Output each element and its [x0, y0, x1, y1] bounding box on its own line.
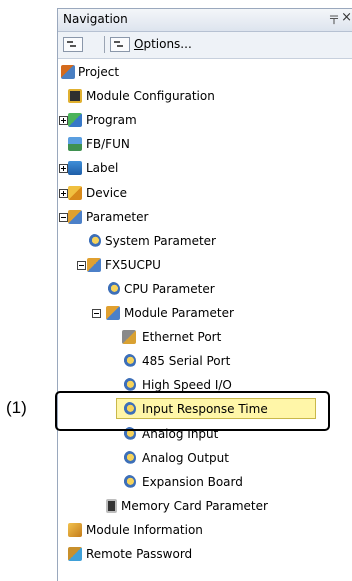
- remote-password-icon: [68, 547, 82, 561]
- expand-collapse-dropdown-button[interactable]: [63, 37, 83, 52]
- module-configuration-icon: [68, 89, 82, 103]
- navigation-pane: Navigation 〒 × Options... Project Module …: [57, 8, 352, 581]
- tree-node-analog-output[interactable]: Analog Output: [58, 448, 352, 468]
- tree-node-label: Device: [86, 186, 128, 200]
- parameter-icon: [68, 210, 82, 224]
- tree-node-label: Project: [78, 65, 120, 79]
- fb-fun-icon: [68, 137, 82, 151]
- tree-node-label: Parameter: [86, 210, 149, 224]
- tree-node-label: Module Configuration: [86, 89, 215, 103]
- expansion-board-icon: [122, 475, 136, 489]
- collapse-minus-icon[interactable]: [59, 213, 68, 222]
- label-icon: [68, 161, 82, 175]
- cpu-icon: [87, 258, 101, 272]
- tree-node-label: FX5UCPU: [105, 258, 161, 272]
- memory-card-icon: [106, 499, 117, 513]
- tree-node-label: System Parameter: [105, 234, 216, 248]
- expand-plus-icon[interactable]: [59, 116, 68, 125]
- program-icon: [68, 113, 82, 127]
- ethernet-port-icon: [122, 330, 136, 344]
- expand-plus-icon[interactable]: [59, 164, 68, 173]
- tree-node-label: Remote Password: [86, 547, 193, 561]
- toolbar-separator: [104, 36, 105, 53]
- tree-node-system-parameter[interactable]: System Parameter: [58, 231, 352, 251]
- options-button[interactable]: Options...: [134, 37, 192, 51]
- tree-node-label: Ethernet Port: [142, 330, 222, 344]
- options-label: ptions...: [143, 37, 192, 51]
- tree-node-parameter[interactable]: Parameter: [58, 207, 352, 227]
- module-parameter-icon: [106, 306, 120, 320]
- tree-node-program[interactable]: Program: [58, 110, 352, 130]
- collapse-minus-icon[interactable]: [77, 261, 86, 270]
- tree-node-memory-card-parameter[interactable]: Memory Card Parameter: [58, 496, 352, 516]
- tree-node-label: 485 Serial Port: [142, 354, 231, 368]
- tree-node-label: CPU Parameter: [124, 282, 215, 296]
- tree-node-expansion-board[interactable]: Expansion Board: [58, 472, 352, 492]
- tree-node-label: Program: [86, 113, 137, 127]
- tree-node-485-serial-port[interactable]: 485 Serial Port: [58, 351, 352, 371]
- close-icon[interactable]: ×: [341, 10, 352, 25]
- navigation-title: Navigation: [63, 12, 128, 26]
- tree-node-project[interactable]: Project: [58, 62, 352, 82]
- device-icon: [68, 186, 82, 200]
- pin-icon[interactable]: 〒: [328, 11, 340, 28]
- tree-node-label[interactable]: Label: [58, 158, 352, 178]
- tree-node-module-parameter[interactable]: Module Parameter: [58, 303, 352, 323]
- callout-label: (1): [6, 398, 27, 417]
- tree-node-label: Label: [86, 161, 119, 175]
- tree-node-cpu-parameter[interactable]: CPU Parameter: [58, 279, 352, 299]
- tree-node-device[interactable]: Device: [58, 183, 352, 203]
- tree-node-module-information[interactable]: Module Information: [58, 520, 352, 540]
- collapse-minus-icon[interactable]: [92, 309, 101, 318]
- cpu-parameter-icon: [106, 282, 120, 296]
- collapse-all-button[interactable]: [110, 37, 130, 52]
- tree-node-label: FB/FUN: [86, 137, 130, 151]
- screenshot-root: (1) Navigation 〒 × Options... Project Mod…: [0, 0, 352, 581]
- tree-node-label: Analog Output: [142, 451, 229, 465]
- analog-output-icon: [122, 451, 136, 465]
- serial-port-icon: [122, 354, 136, 368]
- system-parameter-icon: [87, 234, 101, 248]
- tree-node-label: Module Information: [86, 523, 203, 537]
- tree-node-label: Expansion Board: [142, 475, 243, 489]
- tree-node-ethernet-port[interactable]: Ethernet Port: [58, 327, 352, 347]
- callout-frame: [55, 391, 330, 431]
- expand-plus-icon[interactable]: [59, 189, 68, 198]
- navigation-toolbar: Options...: [58, 32, 352, 59]
- tree-node-label: Module Parameter: [124, 306, 234, 320]
- navigation-titlebar: Navigation 〒 ×: [58, 9, 352, 32]
- module-information-icon: [68, 523, 82, 537]
- tree-node-module-configuration[interactable]: Module Configuration: [58, 86, 352, 106]
- tree-node-label: Memory Card Parameter: [121, 499, 268, 513]
- tree-node-fx5ucpu[interactable]: FX5UCPU: [58, 255, 352, 275]
- tree-node-remote-password[interactable]: Remote Password: [58, 544, 352, 564]
- high-speed-io-icon: [122, 378, 136, 392]
- project-icon: [61, 65, 75, 79]
- project-tree: Project Module Configuration Program FB/FUN…: [58, 59, 352, 581]
- tree-node-fb-fun[interactable]: FB/FUN: [58, 134, 352, 154]
